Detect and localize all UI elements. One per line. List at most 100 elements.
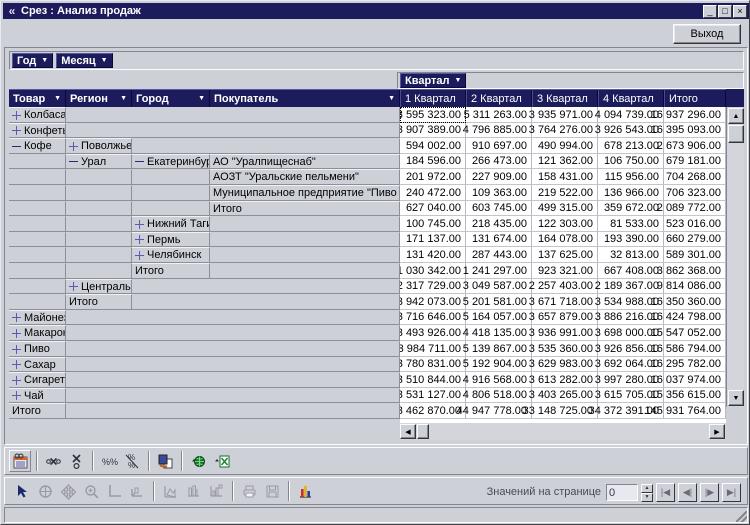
value-row[interactable]: 3 531 127.00 4 806 518.00 3 403 265.00 3 61…	[400, 388, 726, 403]
value-cell[interactable]: 3 535 360.00	[529, 341, 598, 357]
value-row[interactable]: 131 420.00 287 443.00 137 625.00 32 813.00 5…	[400, 247, 726, 263]
value-cell[interactable]: 3 936 991.00	[529, 325, 598, 341]
value-cell[interactable]: 145 931 764.00	[645, 403, 726, 419]
value-cell[interactable]: 3 613 282.00	[529, 372, 598, 388]
row-label-cell[interactable]: Муниципальное предприятие "Пиво и воды"	[210, 185, 400, 201]
value-row[interactable]: 1 030 342.00 1 241 297.00 923 321.00 667 40…	[400, 263, 726, 279]
value-row[interactable]: 2 317 729.00 3 049 587.00 2 257 403.00 2 18…	[400, 279, 726, 294]
value-row[interactable]: 3 510 844.00 4 916 568.00 3 613 282.00 3 99…	[400, 372, 726, 388]
scroll-up-button[interactable]: ▲	[728, 108, 744, 124]
table-row[interactable]: Итого	[9, 294, 400, 310]
value-cell[interactable]: 3 531 127.00	[400, 388, 466, 403]
row-label-cell[interactable]: Пермь	[132, 232, 210, 247]
table-row[interactable]: Макароны	[9, 325, 400, 341]
value-cell[interactable]: 923 321.00	[532, 263, 598, 279]
export-excel-icon[interactable]	[210, 450, 232, 472]
row-label-cell[interactable]: Сигареты	[9, 372, 66, 388]
value-cell[interactable]: 5 201 581.00	[463, 294, 532, 310]
value-cell[interactable]: 184 596.00	[400, 154, 466, 169]
row-label-cell[interactable]: Нижний Тагил	[132, 216, 210, 232]
table-row[interactable]: Муниципальное предприятие "Пиво и воды"	[9, 185, 400, 201]
value-row[interactable]: 627 040.00 603 745.00 499 315.00 359 672.00…	[400, 201, 726, 216]
value-cell[interactable]: 193 390.00	[598, 232, 664, 247]
row-label-cell[interactable]: Пиво	[9, 341, 66, 357]
stepper-down-icon[interactable]: ▼	[641, 492, 653, 502]
values-pane[interactable]: 3 595 323.00 5 311 263.00 3 935 971.00 4 09…	[400, 107, 726, 423]
value-cell[interactable]: 5 311 263.00	[464, 107, 532, 123]
value-cell[interactable]: 32 813.00	[598, 247, 664, 263]
table-row[interactable]: Конфеты	[9, 123, 400, 138]
table-row[interactable]: АОЗТ "Уральские пельмени"	[9, 169, 400, 185]
table-row[interactable]: Пиво	[9, 341, 400, 357]
value-row[interactable]: 201 972.00 227 909.00 158 431.00 115 956.00…	[400, 169, 726, 185]
value-cell[interactable]: 2 257 403.00	[529, 279, 598, 294]
stepper-up-icon[interactable]: ▲	[641, 483, 653, 493]
expand-icon[interactable]	[12, 375, 21, 385]
value-cell[interactable]: 16 295 782.00	[651, 357, 726, 372]
show-chart-icon[interactable]	[294, 480, 316, 502]
value-cell[interactable]: 121 362.00	[532, 154, 598, 169]
value-cell[interactable]: 1 241 297.00	[463, 263, 532, 279]
value-cell[interactable]: 15 356 615.00	[651, 388, 726, 403]
resize-grip[interactable]	[736, 511, 747, 522]
value-cell[interactable]: 218 435.00	[466, 216, 532, 232]
percent-column-icon[interactable]: %%	[121, 450, 143, 472]
value-cell[interactable]: 81 533.00	[598, 216, 664, 232]
value-cell[interactable]: 667 408.00	[598, 263, 664, 279]
value-cell[interactable]: 109 363.00	[466, 185, 532, 201]
value-cell[interactable]: 16 424 798.00	[651, 310, 726, 325]
value-cell[interactable]: 16 937 296.00	[651, 107, 726, 123]
value-cell[interactable]: 5 164 057.00	[463, 310, 532, 325]
collapse-icon[interactable]	[69, 157, 78, 166]
value-cell[interactable]: 158 431.00	[532, 169, 598, 185]
column-header-3[interactable]: 4 Квартал	[598, 90, 664, 108]
table-row[interactable]: Майонез	[9, 310, 400, 325]
value-cell[interactable]: 3 764 276.00	[529, 123, 598, 138]
value-cell[interactable]: 5 139 867.00	[463, 341, 532, 357]
value-cell[interactable]: 3 049 587.00	[463, 279, 532, 294]
system-menu-icon[interactable]: «	[5, 4, 19, 18]
table-row[interactable]: Сахар	[9, 357, 400, 372]
export-html-icon[interactable]	[187, 450, 209, 472]
value-row[interactable]: 3 493 926.00 4 418 135.00 3 936 991.00 3 69…	[400, 325, 726, 341]
table-row[interactable]: Сигареты	[9, 372, 400, 388]
collapse-icon[interactable]	[12, 142, 21, 151]
value-cell[interactable]: 3 942 073.00	[400, 294, 466, 310]
row-field-3[interactable]: Покупатель ▼	[210, 89, 400, 108]
cube-editor-icon[interactable]	[9, 450, 31, 472]
value-cell[interactable]: 660 279.00	[664, 232, 726, 247]
percent-row-icon[interactable]: %%%	[98, 450, 120, 472]
value-cell[interactable]: 679 181.00	[664, 154, 726, 169]
row-label-cell[interactable]: Поволжье	[66, 138, 132, 154]
row-label-cell[interactable]: Конфеты	[9, 123, 66, 138]
value-cell[interactable]: 219 522.00	[532, 185, 598, 201]
value-cell[interactable]: 359 672.00	[598, 201, 664, 216]
value-cell[interactable]: 523 016.00	[664, 216, 726, 232]
row-label-cell[interactable]: АО "Уралпищеснаб"	[210, 154, 400, 169]
row-label-cell[interactable]: Екатеринбург	[132, 154, 210, 169]
row-label-cell[interactable]: Чай	[9, 388, 66, 403]
next-page-button[interactable]: |▶	[700, 482, 719, 502]
row-label-cell[interactable]: Центральный	[66, 279, 132, 294]
value-cell[interactable]: 1 030 342.00	[400, 263, 466, 279]
value-cell[interactable]: 594 002.00	[400, 138, 466, 154]
value-cell[interactable]: 16 037 974.00	[651, 372, 726, 388]
collapse-icon[interactable]	[135, 157, 144, 166]
expand-icon[interactable]	[12, 360, 21, 369]
value-row[interactable]: 100 745.00 218 435.00 122 303.00 81 533.00 5…	[400, 216, 726, 232]
table-row[interactable]: Урал Екатеринбург АО "Уралпищеснаб"	[9, 154, 400, 169]
row-label-cell[interactable]: Сахар	[9, 357, 66, 372]
expand-icon[interactable]	[12, 313, 21, 322]
value-cell[interactable]: 2 089 772.00	[657, 201, 726, 216]
row-label-cell[interactable]: Колбаса	[9, 107, 66, 123]
table-row[interactable]: Итого	[9, 403, 400, 419]
value-cell[interactable]: 3 984 711.00	[400, 341, 466, 357]
table-row[interactable]: Кофе Поволжье	[9, 138, 400, 154]
value-cell[interactable]: 266 473.00	[466, 154, 532, 169]
value-cell[interactable]: 4 806 518.00	[463, 388, 532, 403]
value-cell[interactable]: 3 907 389.00	[400, 123, 466, 138]
table-row[interactable]: Итого	[9, 201, 400, 216]
value-cell[interactable]: 3 657 879.00	[529, 310, 598, 325]
row-label-cell[interactable]: Макароны	[9, 325, 66, 341]
page-dim-year[interactable]: Год ▼	[12, 53, 54, 68]
